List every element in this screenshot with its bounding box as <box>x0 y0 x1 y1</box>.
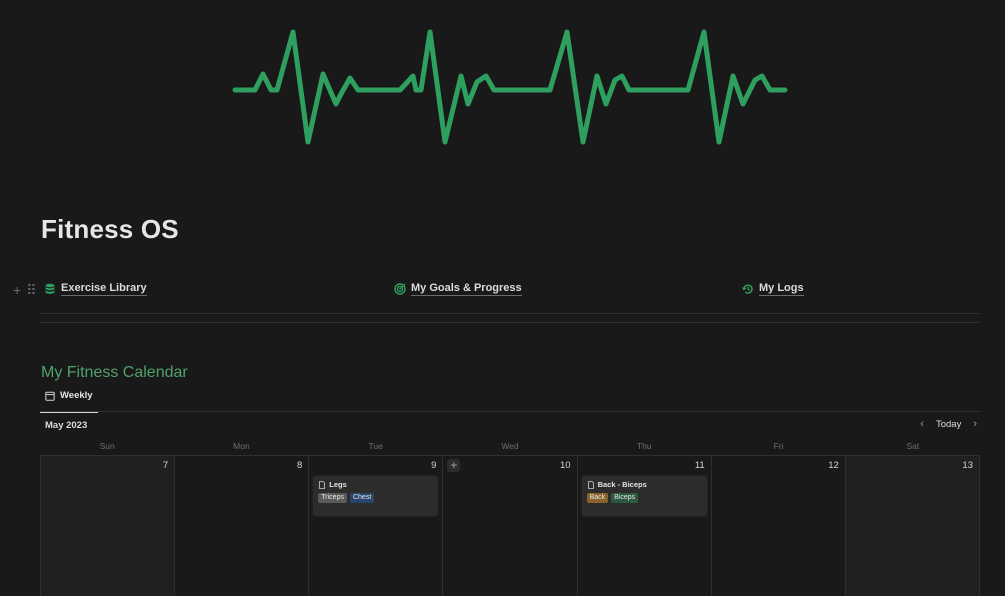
weekday-label: Sat <box>906 441 920 451</box>
page-title: Fitness OS <box>41 214 179 244</box>
divider <box>40 322 980 323</box>
calendar-nav: ‹ Today › <box>920 418 977 430</box>
event-tags: Back Biceps <box>586 493 702 503</box>
divider <box>40 313 980 314</box>
link-label: My Logs <box>759 282 804 296</box>
day-number: 11 <box>694 460 705 471</box>
today-button[interactable]: Today <box>936 419 961 430</box>
database-icon <box>45 283 55 294</box>
link-exercise-library[interactable]: Exercise Library <box>44 282 147 296</box>
tab-underline-divider <box>40 411 980 412</box>
page-links-row: Exercise Library My Goals & Progress My … <box>44 282 984 300</box>
tag: Chest <box>349 493 375 503</box>
weekday-label: Wed <box>501 441 519 451</box>
weekday-label: Sun <box>99 441 115 451</box>
day-cell[interactable]: + 10 <box>442 456 577 596</box>
plus-icon[interactable]: + <box>13 283 21 297</box>
day-cell[interactable]: 13 <box>844 456 980 596</box>
add-event-button[interactable]: + <box>447 459 461 472</box>
drag-handle-icon[interactable]: ⠿ <box>26 283 36 297</box>
event-tags: Triceps Chest <box>318 493 433 503</box>
link-label: Exercise Library <box>61 282 147 296</box>
day-number: 12 <box>828 460 839 471</box>
chevron-left-icon[interactable]: ‹ <box>920 418 924 430</box>
link-label: My Goals & Progress <box>411 282 522 296</box>
day-cell[interactable]: 8 <box>174 456 309 596</box>
day-cell[interactable]: 12 <box>710 456 845 596</box>
day-number: 10 <box>559 460 571 471</box>
link-goals-progress[interactable]: My Goals & Progress <box>394 282 522 296</box>
weekday-label: Fri <box>773 441 784 451</box>
chevron-right-icon[interactable]: › <box>973 418 977 430</box>
tab-label: Weekly <box>60 390 93 401</box>
event-title: Back - Biceps <box>597 480 647 489</box>
day-number: 8 <box>296 460 303 471</box>
day-cell[interactable]: 7 <box>40 456 175 596</box>
target-icon <box>394 283 406 295</box>
block-handle[interactable]: + ⠿ <box>13 283 36 297</box>
weekday-header: Sun Mon Tue Wed Thu Fri Sat <box>40 441 980 451</box>
tag: Back <box>586 493 609 503</box>
page-icon <box>587 480 594 489</box>
link-my-logs[interactable]: My Logs <box>742 282 804 296</box>
day-cell[interactable]: 11 Back - Biceps Back Biceps <box>576 456 711 596</box>
day-cell[interactable]: 9 Legs Triceps Chest <box>308 456 443 596</box>
day-number: 7 <box>162 460 169 471</box>
tag: Biceps <box>611 493 639 503</box>
day-number: 9 <box>431 460 437 471</box>
page-icon <box>319 480 326 489</box>
tag: Triceps <box>318 493 347 503</box>
weekday-label: Mon <box>233 441 250 451</box>
tab-weekly[interactable]: Weekly <box>40 390 98 413</box>
event-title: Legs <box>329 480 347 489</box>
calendar-icon <box>45 391 55 401</box>
day-number: 13 <box>962 460 973 471</box>
event-title-row: Back - Biceps <box>587 480 702 489</box>
weekday-label: Tue <box>368 441 383 451</box>
month-label: May 2023 <box>45 420 88 431</box>
week-grid: 7 8 9 Legs Triceps Chest + 10 11 Back - … <box>40 455 980 596</box>
calendar-title: My Fitness Calendar <box>41 364 188 381</box>
heartbeat-cover-image <box>232 29 788 145</box>
event-card[interactable]: Back - Biceps Back Biceps <box>581 476 707 516</box>
weekday-label: Thu <box>636 441 652 451</box>
event-card[interactable]: Legs Triceps Chest <box>313 476 439 516</box>
event-title-row: Legs <box>318 480 433 489</box>
history-icon <box>742 284 753 294</box>
